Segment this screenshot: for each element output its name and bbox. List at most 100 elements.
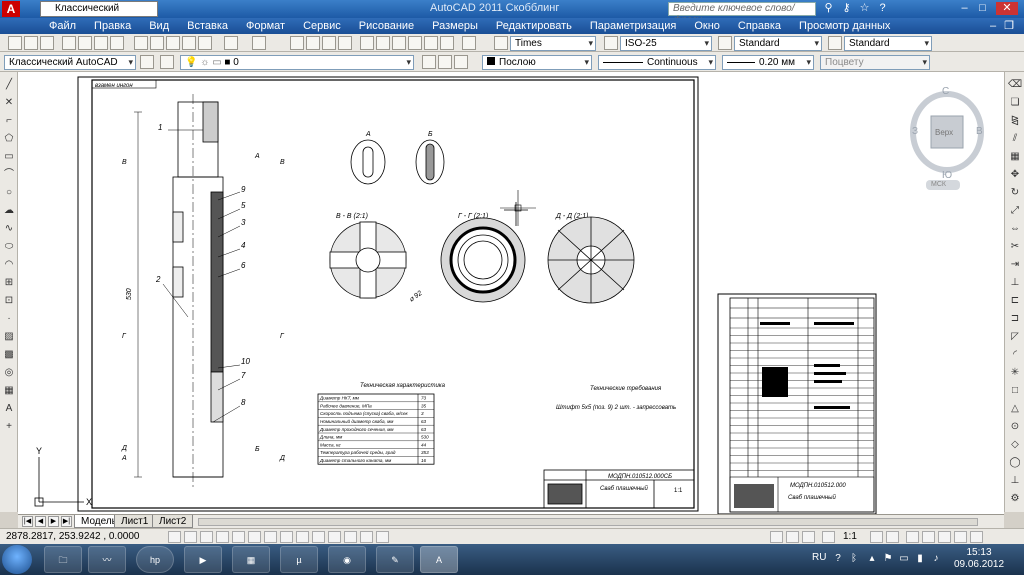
annotation-scale-icon[interactable]	[822, 531, 835, 543]
mirror-icon[interactable]: ⧎	[1008, 114, 1022, 128]
task-hp-icon[interactable]: hp	[136, 546, 174, 573]
help-icon[interactable]: ?	[876, 2, 889, 15]
task-doc-icon[interactable]: ▶	[184, 546, 222, 573]
first-tab-icon[interactable]: |◀	[22, 516, 33, 527]
offset-icon[interactable]: ⫽	[1008, 132, 1022, 146]
isolate-objects-icon[interactable]	[938, 531, 951, 543]
insert-block-icon[interactable]: ⊞	[2, 276, 16, 290]
paste-icon[interactable]	[166, 36, 180, 50]
menu-item-2[interactable]: Вид	[140, 19, 178, 33]
maximize-icon[interactable]: □	[976, 2, 989, 15]
table-icon[interactable]: ▦	[2, 384, 16, 398]
mleader-style-icon[interactable]	[828, 36, 842, 50]
infer-constraints-icon[interactable]	[168, 531, 181, 543]
spline-icon[interactable]: ∿	[2, 222, 16, 236]
color-select[interactable]: Послою	[482, 55, 592, 70]
menu-item-10[interactable]: Окно	[685, 19, 729, 33]
explode-icon[interactable]: ✳	[1008, 366, 1022, 380]
quick-view-layouts-icon[interactable]	[786, 531, 799, 543]
3d-osnap-icon[interactable]	[264, 531, 277, 543]
auto-scale-icon[interactable]	[886, 531, 899, 543]
line-icon[interactable]: ╱	[2, 78, 16, 92]
viewcube-north[interactable]: С	[942, 86, 949, 97]
arc-icon[interactable]: ⌒	[2, 168, 16, 182]
menu-item-9[interactable]: Параметризация	[581, 19, 685, 33]
quickcalc-icon[interactable]	[440, 36, 454, 50]
plotstyle-select[interactable]: Поцвету	[820, 55, 930, 70]
tray-battery-icon[interactable]: ▮	[914, 553, 926, 565]
snap-center-icon[interactable]: ⊙	[1008, 420, 1022, 434]
snap-perpendicular-icon[interactable]: ⊥	[1008, 474, 1022, 488]
clean-screen-icon[interactable]	[970, 531, 983, 543]
preview-icon[interactable]	[78, 36, 92, 50]
menu-item-0[interactable]: Файл	[40, 19, 85, 33]
design-center-icon[interactable]	[376, 36, 390, 50]
dim-style-icon[interactable]	[604, 36, 618, 50]
break-icon[interactable]: ⊏	[1008, 294, 1022, 308]
region-icon[interactable]: ◎	[2, 366, 16, 380]
task-explorer-icon[interactable]: 🗀	[44, 546, 82, 573]
menu-item-1[interactable]: Правка	[85, 19, 140, 33]
sheet-set-icon[interactable]	[408, 36, 422, 50]
task-excel-icon[interactable]: ▦	[232, 546, 270, 573]
rectangle-icon[interactable]: ▭	[2, 150, 16, 164]
gradient-icon[interactable]: ▩	[2, 348, 16, 362]
chamfer-icon[interactable]: ◸	[1008, 330, 1022, 344]
horizontal-scrollbar[interactable]	[198, 518, 978, 526]
subscription-icon[interactable]: ⚷	[840, 2, 853, 15]
scale-icon[interactable]: ⤢	[1008, 204, 1022, 218]
layer-previous-icon[interactable]	[438, 55, 452, 69]
polyline-icon[interactable]: ⌐	[2, 114, 16, 128]
open-file-icon[interactable]	[24, 36, 38, 50]
star-icon[interactable]: ☆	[858, 2, 871, 15]
table-style-select[interactable]: Standard	[734, 36, 822, 51]
taskbar-clock[interactable]: 15:13 09.06.2012	[948, 547, 1010, 571]
next-tab-icon[interactable]: ▶	[48, 516, 59, 527]
prev-tab-icon[interactable]: ◀	[35, 516, 46, 527]
otrack-icon[interactable]	[280, 531, 293, 543]
quick-view-drawings-icon[interactable]	[802, 531, 815, 543]
stretch-icon[interactable]: ⇔	[1008, 222, 1022, 236]
copy-object-icon[interactable]: ❏	[1008, 96, 1022, 110]
layer-state-icon[interactable]	[454, 55, 468, 69]
lock-ui-icon[interactable]	[922, 531, 935, 543]
dynamic-input-icon[interactable]	[312, 531, 325, 543]
make-block-icon[interactable]: ⊡	[2, 294, 16, 308]
quick-properties-icon[interactable]	[360, 531, 373, 543]
ucs-menu[interactable]: МСК	[931, 181, 946, 188]
viewcube-east[interactable]: В	[976, 126, 983, 137]
minimize-icon[interactable]: –	[958, 2, 971, 15]
tool-palettes-icon[interactable]	[392, 36, 406, 50]
task-paint-icon[interactable]: ✎	[376, 546, 414, 573]
pan-icon[interactable]	[290, 36, 304, 50]
workspace-switching-icon[interactable]	[906, 531, 919, 543]
polar-tracking-icon[interactable]	[232, 531, 245, 543]
snap-tangent-icon[interactable]: ◯	[1008, 456, 1022, 470]
model-space-icon[interactable]	[770, 531, 783, 543]
cut-icon[interactable]	[134, 36, 148, 50]
mleader-style-select[interactable]: Standard	[844, 36, 932, 51]
task-media-icon[interactable]: 〰	[88, 546, 126, 573]
properties-icon[interactable]	[360, 36, 374, 50]
binoculars-icon[interactable]: ⚲	[822, 2, 835, 15]
tray-flag-icon[interactable]: ⚑	[882, 553, 894, 565]
match-properties-icon[interactable]	[182, 36, 196, 50]
new-file-icon[interactable]	[8, 36, 22, 50]
close-icon[interactable]: ✕	[996, 2, 1018, 15]
help-search-input[interactable]: Введите ключевое слово/фразу	[668, 2, 816, 26]
polygon-icon[interactable]: ⬠	[2, 132, 16, 146]
workspace-settings-icon[interactable]	[140, 55, 154, 69]
ucs-dynamic-icon[interactable]	[296, 531, 309, 543]
ellipse-icon[interactable]: ⬭	[2, 240, 16, 254]
menu-item-6[interactable]: Рисование	[350, 19, 423, 33]
annotation-scale-value[interactable]: 1:1	[843, 530, 857, 544]
point-icon[interactable]: ·	[2, 312, 16, 326]
ellipse-arc-icon[interactable]: ◠	[2, 258, 16, 272]
construction-line-icon[interactable]: ✕	[2, 96, 16, 110]
lineweight-select[interactable]: 0.20 мм	[722, 55, 814, 70]
help-button-icon[interactable]	[462, 36, 476, 50]
layer-select[interactable]: 💡 ☼ ▭ ■ 0	[180, 55, 414, 70]
publish-icon[interactable]	[94, 36, 108, 50]
menu-item-4[interactable]: Формат	[237, 19, 294, 33]
dim-style-select[interactable]: ISO-25	[620, 36, 712, 51]
